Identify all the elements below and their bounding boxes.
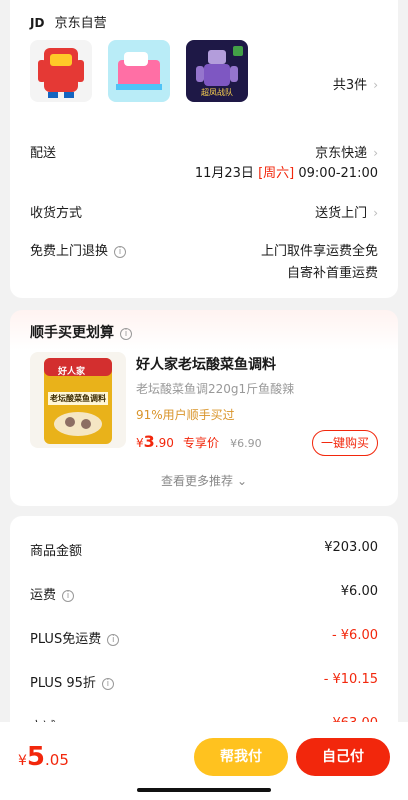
summary-value: - ¥6.00 [331, 628, 378, 643]
total-decimal: .05 [45, 751, 69, 769]
summary-value: ¥203.00 [324, 540, 378, 555]
chevron-right-icon: › [373, 146, 378, 160]
chevron-down-icon: ⌄ [236, 474, 248, 488]
see-more-link[interactable]: 查看更多推荐 ⌄ [10, 472, 398, 489]
free-return-label: 免费上门退换 [30, 244, 109, 259]
price-tag: 专享价 [182, 436, 219, 450]
free-return-line2: 自寄补首重运费 [286, 266, 378, 281]
info-icon[interactable]: i [114, 246, 127, 258]
upsell-price: ¥3.90 专享价 ¥6.90 [136, 432, 262, 451]
self-pay-button[interactable]: 自己付 [296, 738, 390, 776]
summary-label: 商品金额 [30, 544, 83, 559]
upsell-title: 顺手买更划算 [30, 325, 114, 341]
delivery-date: 11月23日 [194, 166, 254, 181]
receive-method-value: 送货上门 [315, 206, 368, 221]
jd-logo: JD [30, 16, 45, 30]
summary-value: - ¥10.15 [323, 672, 378, 687]
help-pay-button[interactable]: 帮我付 [194, 738, 288, 776]
summary-label: 运费 [30, 588, 57, 603]
total-price: ¥5.05 [18, 742, 69, 772]
delivery-carrier-text: 京东快递 [315, 146, 368, 161]
delivery-carrier: 京东快递 › [315, 142, 378, 161]
info-icon[interactable]: i [107, 634, 120, 646]
summary-label: PLUS免运费 [30, 632, 102, 647]
delivery-label: 配送 [30, 146, 57, 161]
info-icon[interactable]: i [120, 328, 132, 340]
checkout-bar: ¥5.05 帮我付 自己付 [0, 722, 408, 800]
order-info-card: JD 京东自营 超凤战队 共3件 › 配送 京东快递 › 11月23日 [周六]… [10, 0, 398, 298]
upsell-product-desc: 老坛酸菜鱼调220g1斤鱼酸辣 [136, 382, 295, 396]
receive-method-label: 收货方式 [30, 206, 83, 221]
one-click-buy-button[interactable]: 一键购买 [312, 430, 378, 456]
info-icon[interactable]: i [101, 678, 114, 690]
home-indicator [137, 788, 271, 792]
product-thumb-1[interactable] [30, 40, 92, 102]
free-return-line1: 上门取件享运费全免 [260, 244, 378, 259]
summary-value: ¥6.00 [340, 584, 378, 599]
see-more-text: 查看更多推荐 [160, 474, 233, 488]
price-decimal: .90 [154, 436, 174, 450]
package-brand: 好人家 [58, 367, 86, 377]
store-header: JD 京东自营 [30, 12, 107, 31]
package-title: 老坛酸菜鱼调料 [48, 392, 108, 405]
chevron-right-icon: › [373, 206, 378, 220]
pink-toy-box-image [116, 52, 162, 90]
delivery-weekday: [周六] [258, 166, 295, 181]
info-icon[interactable]: i [62, 590, 75, 602]
price-integer: 3 [143, 432, 155, 451]
robot-toy-image [38, 48, 84, 98]
delivery-timeslot: 09:00-21:00 [298, 166, 378, 181]
upsell-title-row: 顺手买更划算 i [30, 322, 132, 342]
original-price: ¥6.90 [230, 437, 262, 450]
price-symbol: ¥ [136, 436, 144, 450]
upsell-product-name[interactable]: 好人家老坛酸菜鱼调料 [136, 354, 276, 374]
chevron-right-icon: › [373, 78, 378, 92]
price-summary-card: 商品金额 ¥203.00 运费 i ¥6.00 PLUS免运费 i - ¥6.00 PLUS 9… [10, 516, 398, 756]
total-currency: ¥ [18, 753, 27, 769]
store-name: 京东自营 [54, 16, 107, 31]
product-thumb-2[interactable] [108, 40, 170, 102]
delivery-row[interactable]: 配送 京东快递 › 11月23日 [周六] 09:00-21:00 [30, 142, 378, 182]
product-thumb-3[interactable]: 超凤战队 [186, 40, 248, 102]
upsell-popularity: 91%用户顺手买过 [136, 408, 235, 422]
items-count: 共3件 [332, 78, 368, 93]
upsell-product-image[interactable]: 好人家 老坛酸菜鱼调料 [30, 352, 126, 448]
total-integer: 5 [26, 742, 46, 772]
delivery-time: 11月23日 [周六] 09:00-21:00 [195, 162, 378, 181]
free-return-row: 免费上门退换 i 上门取件享运费全免 自寄补首重运费 [30, 240, 378, 284]
upsell-card: 顺手买更划算 i 好人家 老坛酸菜鱼调料 好人家老坛酸菜鱼调料 老坛酸菜鱼调220… [10, 310, 398, 506]
thumb3-caption: 超凤战队 [201, 88, 233, 97]
summary-label: PLUS 95折 [30, 676, 96, 691]
